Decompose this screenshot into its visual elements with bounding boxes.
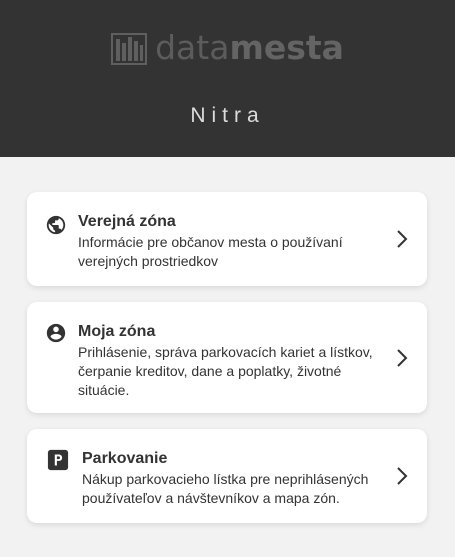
parking-icon	[47, 449, 69, 471]
card-description: Informácie pre občanov mesta o používaní…	[78, 234, 343, 269]
datamesta-logo-icon	[111, 33, 148, 65]
card-description: Nákup parkovacieho lístka pre neprihláse…	[82, 471, 369, 506]
city-name: Nitra	[190, 104, 265, 127]
card-verejna-zona[interactable]: Verejná zóna Informácie pre občanov mest…	[27, 192, 427, 286]
card-title: Moja zóna	[78, 323, 156, 340]
card-title: Parkovanie	[82, 450, 168, 467]
globe-icon	[46, 215, 66, 235]
card-moja-zona[interactable]: Moja zóna Prihlásenie, správa parkovacíc…	[27, 302, 427, 413]
chevron-right-icon	[397, 467, 408, 485]
account-circle-icon	[46, 323, 66, 343]
card-description: Prihlásenie, správa parkovacích kariet a…	[78, 344, 373, 398]
app-header: datamesta Nitra	[0, 0, 455, 157]
chevron-right-icon	[397, 349, 408, 367]
logo-text-light: data	[155, 28, 230, 67]
card-title: Verejná zóna	[78, 213, 176, 230]
chevron-right-icon	[397, 230, 408, 248]
logo-wordmark: datamesta	[155, 28, 344, 68]
datamesta-logo[interactable]: datamesta	[0, 28, 455, 68]
logo-text-bold: mesta	[229, 28, 344, 67]
card-parkovanie[interactable]: Parkovanie Nákup parkovacieho lístka pre…	[27, 429, 427, 523]
